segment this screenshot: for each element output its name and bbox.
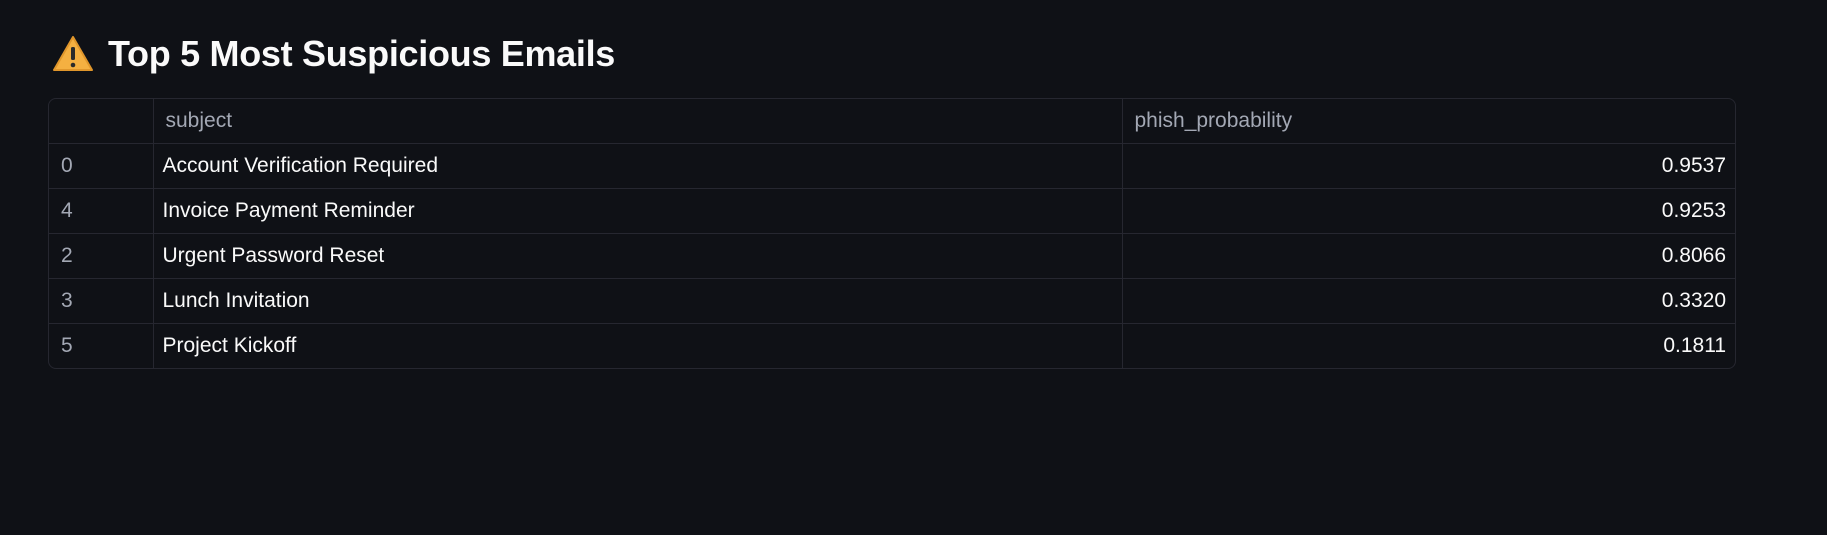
phish-probability-cell[interactable]: 0.8066 bbox=[1122, 233, 1735, 279]
page: Top 5 Most Suspicious Emails subject phi… bbox=[0, 0, 1827, 535]
subject-cell[interactable]: Urgent Password Reset bbox=[153, 233, 1123, 279]
row-index[interactable]: 5 bbox=[49, 323, 154, 368]
row-index[interactable]: 4 bbox=[49, 188, 154, 234]
table-row[interactable]: 0 Account Verification Required 0.9537 bbox=[49, 143, 1735, 189]
table-row[interactable]: 3 Lunch Invitation 0.3320 bbox=[49, 278, 1735, 324]
section-heading: Top 5 Most Suspicious Emails bbox=[52, 30, 615, 78]
subject-cell[interactable]: Project Kickoff bbox=[153, 323, 1123, 368]
column-header-phish-probability[interactable]: phish_probability bbox=[1122, 99, 1735, 144]
phish-probability-cell[interactable]: 0.3320 bbox=[1122, 278, 1735, 324]
column-header-subject[interactable]: subject bbox=[153, 99, 1123, 144]
subject-cell[interactable]: Invoice Payment Reminder bbox=[153, 188, 1123, 234]
subject-cell[interactable]: Account Verification Required bbox=[153, 143, 1123, 189]
table-row[interactable]: 5 Project Kickoff 0.1811 bbox=[49, 323, 1735, 369]
phish-probability-cell[interactable]: 0.9253 bbox=[1122, 188, 1735, 234]
warning-icon bbox=[53, 36, 93, 71]
page-title: Top 5 Most Suspicious Emails bbox=[108, 33, 616, 74]
table-row[interactable]: 4 Invoice Payment Reminder 0.9253 bbox=[49, 188, 1735, 234]
data-table[interactable]: subject phish_probability 0 Account Veri… bbox=[48, 98, 1736, 369]
phish-probability-cell[interactable]: 0.9537 bbox=[1122, 143, 1735, 189]
row-index[interactable]: 2 bbox=[49, 233, 154, 279]
table-row[interactable]: 2 Urgent Password Reset 0.8066 bbox=[49, 233, 1735, 279]
subject-cell[interactable]: Lunch Invitation bbox=[153, 278, 1123, 324]
table-header-row: subject phish_probability bbox=[49, 99, 1735, 144]
row-index[interactable]: 3 bbox=[49, 278, 154, 324]
column-header-index[interactable] bbox=[49, 99, 154, 144]
row-index[interactable]: 0 bbox=[49, 143, 154, 189]
phish-probability-cell[interactable]: 0.1811 bbox=[1122, 324, 1735, 369]
